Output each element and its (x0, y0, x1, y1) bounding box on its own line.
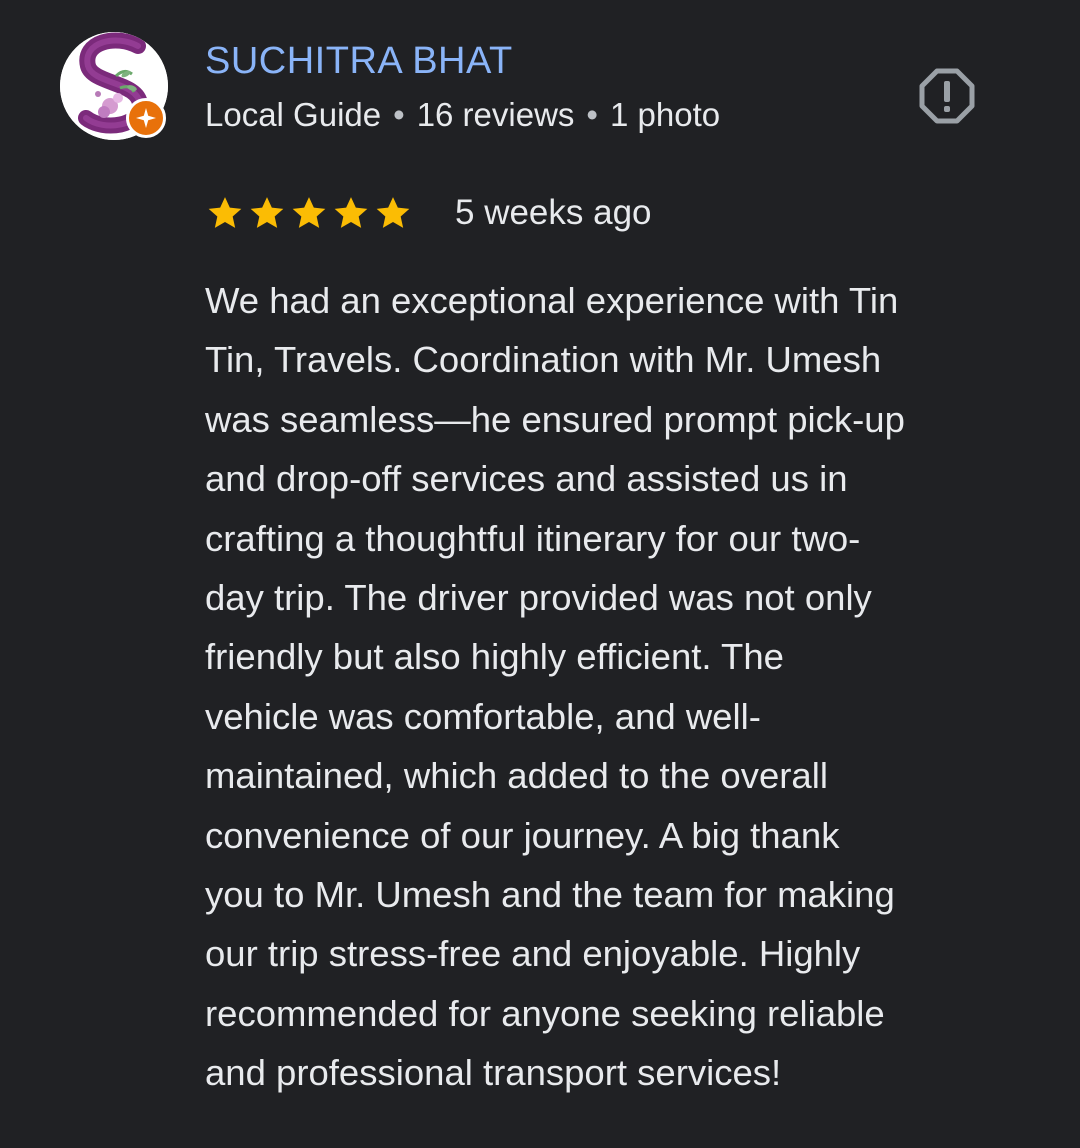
rating-row: 5 weeks ago (205, 190, 652, 236)
star-icon (334, 197, 368, 228)
report-review-button[interactable] (918, 67, 976, 125)
reviewer-name[interactable]: SUCHITRA BHAT (205, 38, 513, 84)
meta-separator: • (586, 96, 598, 133)
reviewer-avatar-container[interactable] (60, 32, 170, 142)
star-rating (205, 193, 415, 233)
star-icon (376, 197, 410, 228)
photos-count: 1 photo (609, 96, 721, 133)
star-icon (250, 197, 284, 228)
local-guide-star-icon (136, 108, 156, 128)
review-text: We had an exceptional experience with Ti… (205, 280, 905, 1094)
star-icon (292, 197, 326, 228)
local-guide-badge (126, 98, 166, 138)
reviews-count: 16 reviews (416, 96, 575, 133)
report-octagon-icon (919, 68, 975, 124)
reviewer-meta: Local Guide • 16 reviews • 1 photo (205, 94, 720, 136)
star-icon (208, 197, 242, 228)
review-date: 5 weeks ago (455, 193, 652, 232)
meta-separator: • (393, 96, 405, 133)
local-guide-label: Local Guide (205, 96, 382, 133)
review-card: SUCHITRA BHAT Local Guide • 16 reviews • 1 p… (0, 0, 1080, 1148)
